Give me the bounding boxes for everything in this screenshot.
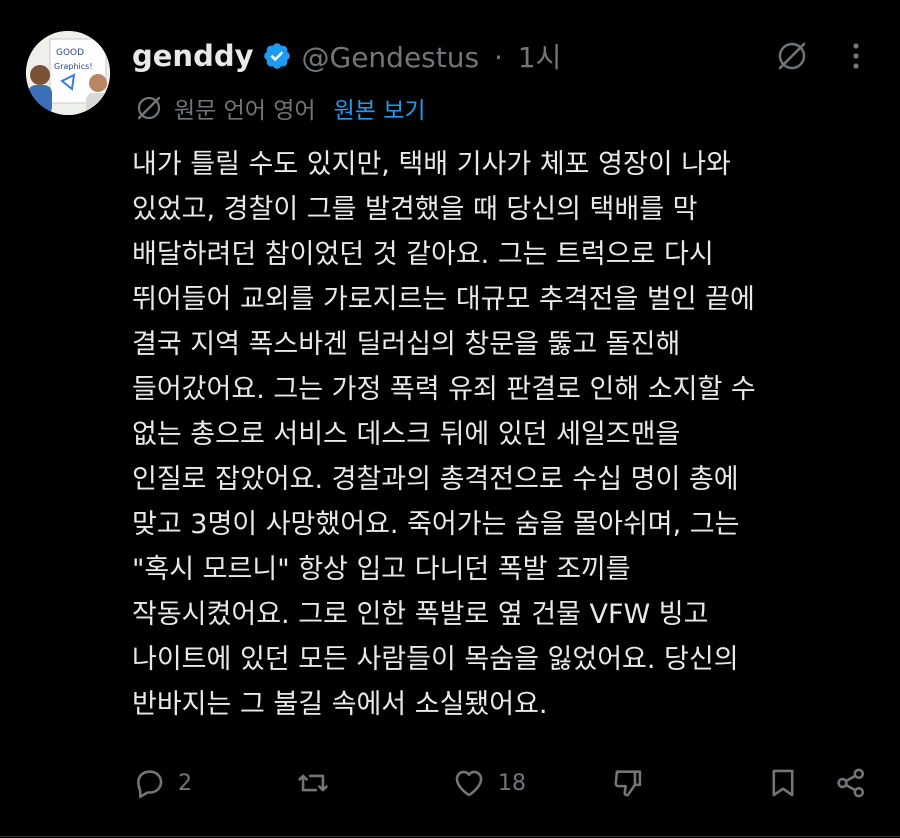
avatar-image: GOOD Graphics! <box>26 31 110 115</box>
like-button[interactable]: 18 <box>452 766 526 800</box>
post-body: 내가 틀릴 수도 있지만, 택배 기사가 체포 영장이 나와 있었고, 경찰이 … <box>132 149 756 720</box>
translate-icon <box>134 93 164 123</box>
avatar[interactable]: GOOD Graphics! <box>26 31 110 115</box>
translation-note: 원문 언어 영어 <box>174 98 316 124</box>
reply-button[interactable]: 2 <box>132 766 192 800</box>
dislike-icon <box>614 770 642 797</box>
bookmark-button[interactable] <box>766 766 800 800</box>
like-count: 18 <box>498 770 526 796</box>
more-icon[interactable] <box>848 40 864 72</box>
handle-text: @Gendestus <box>301 41 480 74</box>
retweet-icon <box>298 774 328 792</box>
grok-icon[interactable] <box>774 38 810 74</box>
svg-text:Graphics!: Graphics! <box>54 62 93 71</box>
share-icon <box>837 768 865 798</box>
dislike-button[interactable] <box>612 766 646 800</box>
post-time[interactable]: 1시 <box>518 41 562 74</box>
reply-icon <box>137 770 163 799</box>
verified-badge-icon <box>262 41 292 71</box>
retweet-button[interactable] <box>296 766 330 800</box>
bookmark-icon <box>772 769 794 797</box>
author-name[interactable]: genddy <box>132 39 254 73</box>
separator-dot: · <box>493 41 503 74</box>
view-original-link[interactable]: 원본 보기 <box>334 91 426 125</box>
divider <box>0 836 900 837</box>
reply-count: 2 <box>178 770 192 796</box>
share-button[interactable] <box>834 766 868 800</box>
post-header: genddy @Gendestus · 1시 <box>132 36 561 76</box>
author-handle[interactable]: @Gendestus · 1시 <box>302 36 562 76</box>
svg-text:GOOD: GOOD <box>56 48 84 58</box>
translation-row: 원문 언어 영어 원본 보기 <box>134 92 426 124</box>
like-icon <box>455 770 483 797</box>
action-bar: 2 18 <box>0 760 900 808</box>
